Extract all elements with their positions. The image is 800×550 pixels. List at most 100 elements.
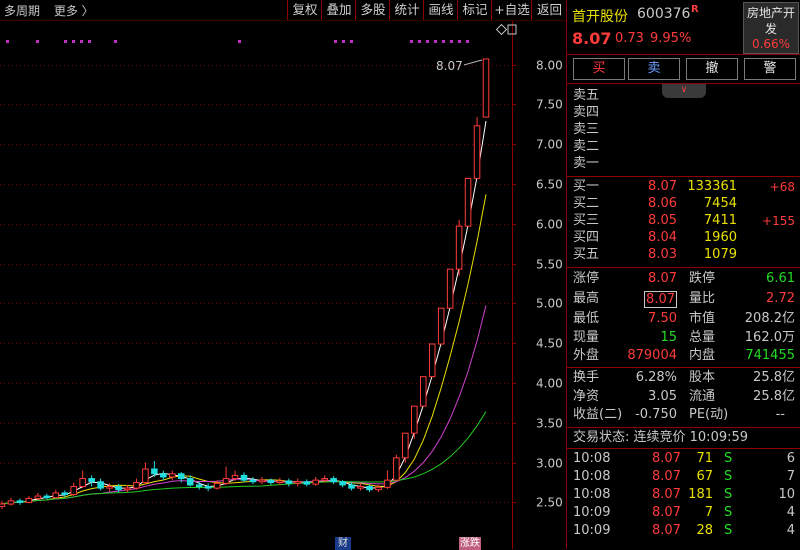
stat-row-limits: 涨停 8.07 跌停 6.61 xyxy=(573,271,795,286)
limit-marker[interactable]: 涨跌 xyxy=(459,537,481,550)
signal-dot xyxy=(238,40,241,43)
signal-dot xyxy=(64,40,67,43)
candle-body xyxy=(240,474,248,481)
candle-body xyxy=(357,486,364,489)
price-tick-label: 2.50 xyxy=(536,496,563,510)
last-price: 8.07 xyxy=(572,29,612,48)
candle-body xyxy=(151,468,158,475)
candle-body xyxy=(0,503,6,507)
candle-body xyxy=(267,479,275,484)
price-change: 0.73 xyxy=(615,31,644,46)
fuquan-button[interactable]: 复权 xyxy=(287,0,322,20)
signal-dot xyxy=(36,40,39,43)
kline-chart[interactable]: 8.00 7.50 7.00 6.50 6.00 5.50 5.00 4.50 4.00 3.50… xyxy=(0,21,566,550)
price-tick-label: 8.00 xyxy=(536,59,563,73)
toolbar-left: 多周期 更多 〉 xyxy=(4,2,104,19)
stat-row-turnover: 换手 6.28% 股本 25.8亿 xyxy=(573,370,795,385)
rzrq-flag: R xyxy=(691,4,699,15)
signal-dot xyxy=(466,40,469,43)
sector-box[interactable]: 房地产开发 0.66% xyxy=(743,2,799,54)
ask-row-3: 卖三 xyxy=(573,122,600,137)
signal-dot xyxy=(426,40,429,43)
signal-dot xyxy=(80,40,83,43)
overlay-button[interactable]: 叠加 xyxy=(321,0,356,20)
price-tick-label: 7.00 xyxy=(536,138,563,152)
tick-row: 10:09 8.07 7 S 4 xyxy=(573,505,795,520)
high-price-value: 8.07 xyxy=(644,291,677,308)
multi-stock-button[interactable]: 多股 xyxy=(355,0,390,20)
candle-body xyxy=(222,478,230,484)
signal-dot xyxy=(6,40,9,43)
draw-line-button[interactable]: 画线 xyxy=(423,0,458,20)
buy-button[interactable]: 买 xyxy=(573,58,625,80)
candle-body xyxy=(88,478,95,483)
alert-button[interactable]: 警 xyxy=(744,58,796,80)
candle-body xyxy=(455,225,463,270)
candle-body xyxy=(402,432,409,459)
signal-dot xyxy=(342,40,345,43)
sector-name: 房地产开发 xyxy=(746,6,795,36)
candle-body xyxy=(79,478,86,488)
mark-button[interactable]: 标记 xyxy=(457,0,492,20)
candle-body xyxy=(428,343,436,378)
cancel-order-button[interactable]: 撤 xyxy=(686,58,738,80)
candle-body xyxy=(339,481,346,486)
signal-dot xyxy=(72,40,75,43)
candle-body xyxy=(294,481,302,484)
candle-body xyxy=(43,495,51,499)
candle-body xyxy=(375,486,382,491)
stock-name: 首开股份 xyxy=(572,9,628,25)
candle-body xyxy=(70,486,77,495)
sell-button[interactable]: 卖 xyxy=(628,58,680,80)
candle-body xyxy=(321,478,328,481)
candle-body xyxy=(419,376,427,407)
add-watchlist-button[interactable]: +自选 xyxy=(491,0,532,20)
ask-row-1: 卖一 xyxy=(573,156,600,171)
signal-dot xyxy=(434,40,437,43)
period-selector[interactable]: 多周期 xyxy=(4,4,40,18)
candle-body xyxy=(124,487,131,491)
trade-status: 交易状态: 连续竞价 10:09:59 xyxy=(573,430,749,445)
candle-body xyxy=(213,482,221,489)
signal-dot xyxy=(450,40,453,43)
kline-svg[interactable]: 8.00 7.50 7.00 6.50 6.00 5.50 5.00 4.50 4.00 3.50… xyxy=(0,21,566,549)
candle-body xyxy=(25,497,33,503)
chart-toolbar: 多周期 更多 〉 复权 叠加 多股 统计 画线 标记 +自选 返回 xyxy=(0,0,566,21)
candle-body xyxy=(482,58,490,118)
sector-pct: 0.66% xyxy=(751,37,791,51)
price-tick-label: 6.00 xyxy=(536,218,563,232)
candle-body xyxy=(473,125,481,179)
bid-row-3[interactable]: 买三 8.05 7411 +155 xyxy=(567,212,800,230)
stat-row-high: 最高 8.07 量比 2.72 xyxy=(573,291,795,308)
signal-dot xyxy=(114,40,117,43)
stat-row-low: 最低 7.50 市值 208.2亿 xyxy=(573,311,795,326)
candle-body xyxy=(348,484,355,489)
candle-body xyxy=(106,486,113,489)
back-button[interactable]: 返回 xyxy=(531,0,567,20)
candle-body xyxy=(276,480,284,484)
price-tick-label: 4.50 xyxy=(536,337,563,351)
price-tick-label: 4.00 xyxy=(536,377,563,391)
candle-body xyxy=(411,405,418,434)
candle-body xyxy=(34,495,42,499)
bid-row-4[interactable]: 买四 8.04 1960 xyxy=(567,229,800,247)
price-tick-label: 5.00 xyxy=(536,297,563,311)
finance-marker[interactable]: 财 xyxy=(335,537,351,550)
last-price-label: 8.07 xyxy=(436,59,463,73)
candle-body xyxy=(285,480,293,484)
ask-row-4: 卖四 xyxy=(573,105,600,120)
bid-row-5[interactable]: 买五 8.03 1079 xyxy=(567,246,800,264)
signal-dot xyxy=(442,40,445,43)
ma-line-white xyxy=(1,120,487,505)
candle-body xyxy=(258,479,266,483)
more-menu[interactable]: 更多 〉 xyxy=(54,4,94,18)
bid-row-2[interactable]: 买二 8.06 7454 xyxy=(567,195,800,213)
ask-row-5: 卖五 xyxy=(573,88,600,103)
bid-row-1[interactable]: 买一 8.07 133361 +68 xyxy=(567,178,800,196)
candle-body xyxy=(61,492,69,495)
tick-row: 10:08 8.07 67 S 7 xyxy=(573,469,795,484)
signal-dot xyxy=(418,40,421,43)
tick-row: 10:08 8.07 71 S 6 xyxy=(573,451,795,466)
candle-body xyxy=(186,478,194,486)
statistics-button[interactable]: 统计 xyxy=(389,0,424,20)
